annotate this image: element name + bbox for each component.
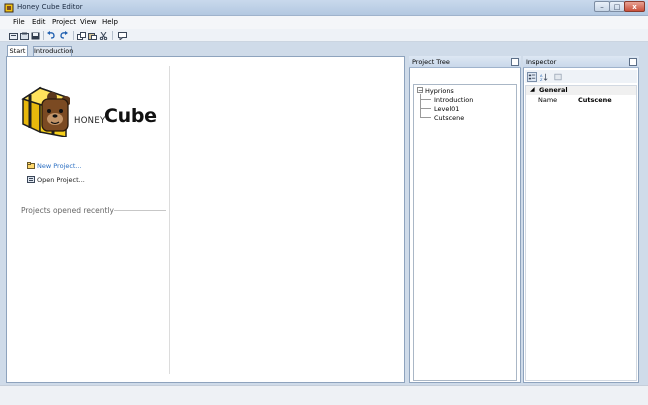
tree-item-level01[interactable]: Level01: [434, 105, 459, 113]
title-bar: [0, 0, 648, 16]
recent-projects-rule: [114, 210, 166, 211]
honey-cube-logo: [21, 86, 70, 137]
cut-icon[interactable]: [99, 32, 108, 40]
undo-icon[interactable]: [47, 31, 56, 39]
toolbar-separator: [43, 31, 44, 40]
redo-icon[interactable]: [59, 31, 68, 39]
close-icon: x: [632, 3, 637, 11]
property-name-label: Name: [538, 96, 558, 104]
toolbar: [0, 29, 648, 42]
close-button[interactable]: x: [624, 1, 645, 12]
property-category-general: General: [539, 86, 568, 94]
inspector-header: Inspector: [523, 56, 639, 68]
open-project-link[interactable]: Open Project...: [37, 176, 85, 184]
brand-honey-text: HONEY: [74, 116, 106, 126]
new-project-link[interactable]: New Project...: [37, 162, 82, 170]
app-icon: [4, 3, 14, 13]
copy-icon[interactable]: [77, 32, 86, 40]
tree-item-introduction[interactable]: Introduction: [434, 96, 473, 104]
maximize-button[interactable]: □: [609, 1, 625, 12]
toolbar-separator: [73, 31, 74, 40]
menu-file[interactable]: File: [10, 17, 28, 27]
start-page-divider: [169, 66, 170, 374]
property-name-value[interactable]: Cutscene: [578, 96, 612, 104]
menu-help[interactable]: Help: [99, 17, 121, 27]
tree-connector: [420, 99, 431, 100]
brand-cube-text: Cube: [104, 105, 157, 127]
property-grid: [525, 85, 637, 381]
menu-edit[interactable]: Edit: [29, 17, 49, 27]
project-tree-close-button[interactable]: [511, 58, 519, 66]
open-all-icon[interactable]: [20, 32, 29, 40]
paste-icon[interactable]: [88, 32, 97, 40]
toolbar-separator: [112, 31, 113, 40]
minimize-icon: –: [600, 3, 604, 11]
comment-icon[interactable]: [118, 32, 127, 40]
tab-start[interactable]: Start: [7, 45, 28, 56]
tree-connector: [420, 108, 431, 109]
minimize-button[interactable]: –: [594, 1, 610, 12]
property-pages-icon[interactable]: [553, 72, 563, 82]
tree-item-cutscene[interactable]: Cutscene: [434, 114, 464, 122]
menu-project[interactable]: Project: [49, 17, 79, 27]
tree-connector: [420, 94, 421, 118]
tree-connector: [420, 117, 431, 118]
new-file-icon[interactable]: [9, 32, 18, 40]
tab-introduction[interactable]: Introduction: [33, 46, 73, 56]
categorized-view-icon[interactable]: [527, 72, 537, 82]
project-tree-header: Project Tree: [409, 56, 521, 68]
tree-collapse-toggle[interactable]: −: [417, 87, 423, 94]
open-project-icon: [27, 176, 35, 183]
project-tree-title: Project Tree: [412, 58, 450, 66]
category-collapse-icon[interactable]: ◢: [530, 86, 535, 93]
window-title: Honey Cube Editor: [17, 3, 83, 11]
new-project-icon: [27, 162, 35, 169]
inspector-close-button[interactable]: [629, 58, 637, 66]
inspector-title: Inspector: [526, 58, 557, 66]
maximize-icon: □: [613, 3, 621, 11]
project-tree: [413, 84, 517, 381]
menu-view[interactable]: View: [77, 17, 100, 27]
tree-item-root[interactable]: Hyprions: [425, 87, 454, 95]
svg-text:Z: Z: [540, 78, 543, 82]
status-bar: [0, 385, 648, 405]
save-icon[interactable]: [31, 32, 40, 40]
sort-alphabetical-icon[interactable]: A Z: [539, 72, 549, 82]
recent-projects-heading: Projects opened recently: [21, 206, 114, 215]
